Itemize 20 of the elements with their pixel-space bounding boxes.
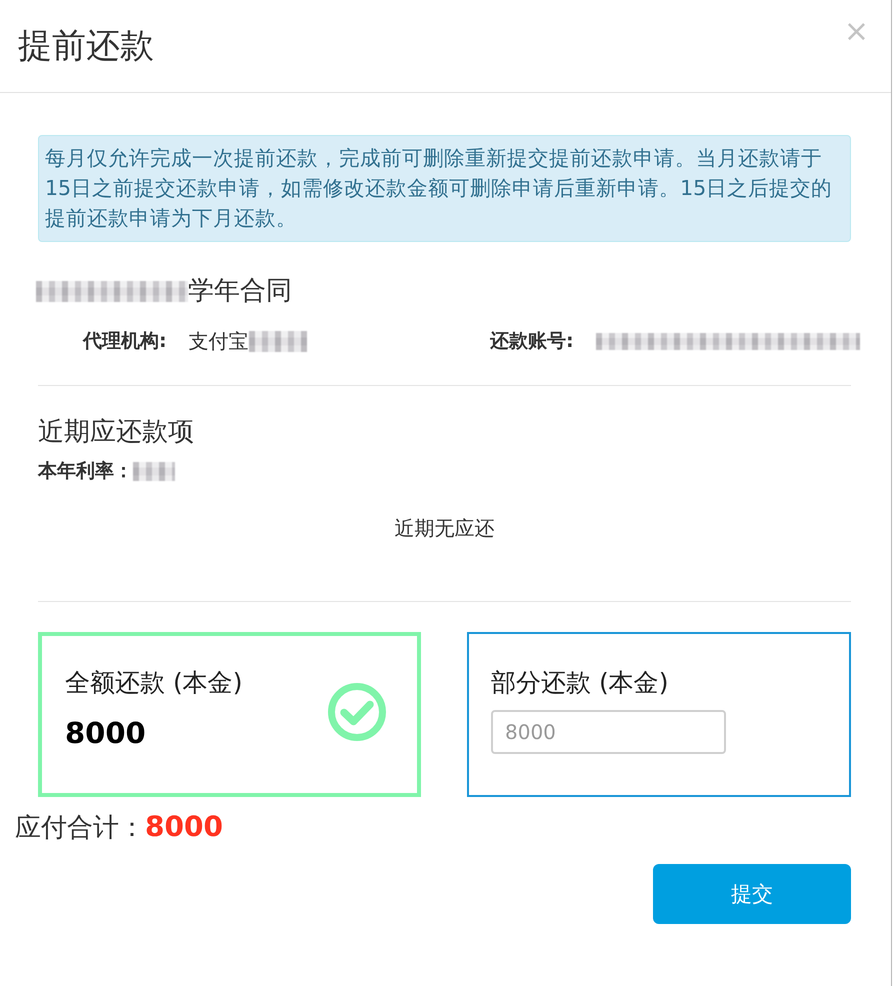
- option-label: 部分还款 (本金): [491, 667, 670, 699]
- payment-option-card[interactable]: 部分还款 (本金) 8000: [467, 632, 851, 797]
- rate-label: 本年利率：: [38, 459, 133, 484]
- total-amount: 8000: [145, 809, 223, 845]
- notice-message: 每月仅允许完成一次提前还款，完成前可删除重新提交提前还款申请。当月还款请于15日之前提交还款申请，如需修改还款金额可删除申请后重新申请。15日之后提交的提前还款申请为下月还款。: [38, 135, 851, 242]
- pixelated-text: [133, 462, 175, 480]
- field-label: 代理机构:: [83, 329, 167, 354]
- contract-title: 学年合同: [188, 275, 292, 308]
- section-heading: 近期应还款项: [38, 416, 195, 449]
- total-label: 应付合计：: [15, 812, 145, 845]
- full-amount: 8000: [65, 715, 147, 751]
- empty-message: 近期无应还: [394, 515, 496, 542]
- check-circle-icon: [328, 683, 386, 741]
- dialog-title: 提前还款: [18, 25, 154, 68]
- payment-option-card[interactable]: 全额还款 (本金) 8000: [38, 632, 421, 797]
- amount-input-field[interactable]: 8000: [491, 710, 726, 754]
- option-label: 全额还款 (本金): [65, 667, 242, 699]
- field-value: 支付宝: [188, 328, 249, 354]
- field-label: 还款账号:: [490, 329, 574, 354]
- pixelated-text: [248, 330, 307, 352]
